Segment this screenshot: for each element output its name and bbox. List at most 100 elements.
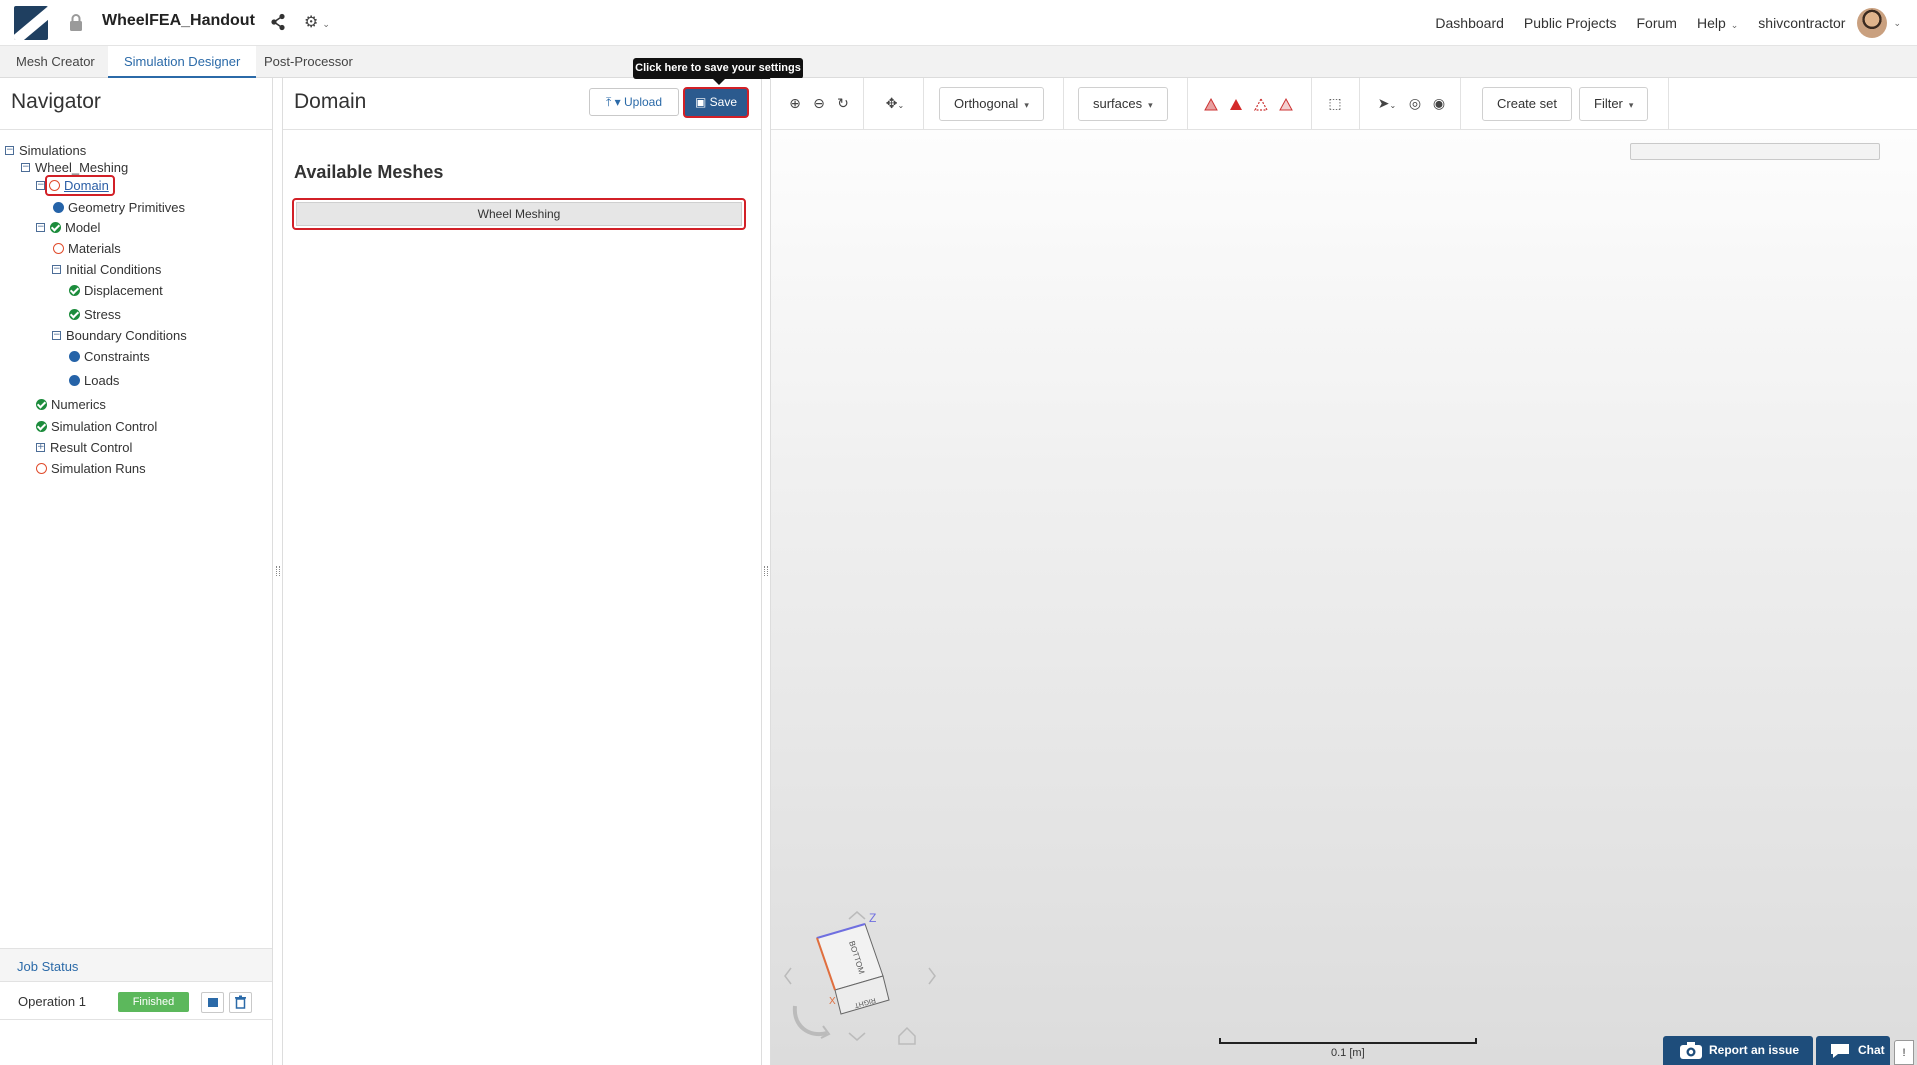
tree-item-boundary-conditions[interactable]: − Boundary Conditions [52, 328, 187, 343]
hide-eye-icon[interactable]: ◎ [1407, 96, 1423, 112]
tree-label: Boundary Conditions [66, 328, 187, 343]
tree-label: Model [65, 220, 101, 235]
view-xz-icon[interactable] [1253, 97, 1269, 113]
job-status-header[interactable]: Job Status [0, 948, 272, 982]
collapse-icon[interactable]: − [5, 146, 14, 155]
tree-item-simulation-runs[interactable]: Simulation Runs [36, 461, 146, 476]
settings-gear-icon[interactable]: ⚙ ⌄ [304, 12, 338, 32]
box-select-icon[interactable]: ⬚ [1327, 96, 1343, 112]
tree-item-domain[interactable]: − Domain [36, 175, 115, 196]
tree-item-stress[interactable]: Stress [69, 307, 121, 322]
show-eye-icon[interactable]: ◉ [1431, 96, 1447, 112]
scale-bar [1219, 1038, 1477, 1044]
pan-move-icon[interactable]: ✥⌄ [883, 96, 907, 112]
chat-button[interactable]: Chat [1816, 1036, 1890, 1065]
tab-simulation-designer[interactable]: Simulation Designer [108, 46, 257, 78]
status-empty-icon [53, 243, 64, 254]
tree-item-numerics[interactable]: Numerics [36, 397, 106, 412]
project-title: WheelFEA_Handout [102, 12, 255, 29]
tree-item-materials[interactable]: Materials [53, 241, 121, 256]
scale-label: 0.1 [m] [1331, 1047, 1365, 1059]
stop-job-button[interactable] [201, 992, 224, 1013]
pointer-select-icon[interactable]: ➤⌄ [1375, 96, 1399, 112]
collapse-icon[interactable]: − [36, 181, 45, 190]
tree-item-displacement[interactable]: Displacement [69, 283, 163, 298]
rotate-right-arrow-icon[interactable] [928, 967, 936, 985]
collapse-icon[interactable]: − [52, 331, 61, 340]
navigator-resize-handle[interactable] [276, 566, 280, 576]
expand-icon[interactable]: + [36, 443, 45, 452]
avatar[interactable] [1857, 8, 1888, 38]
nav-help[interactable]: Help ⌄ [1697, 15, 1738, 31]
status-complete-icon [36, 399, 47, 410]
user-menu-name[interactable]: shivcontractor [1758, 15, 1845, 31]
tree-item-wheel-meshing[interactable]: − Wheel_Meshing [21, 160, 128, 175]
chevron-down-icon[interactable]: ⌄ [1893, 18, 1901, 29]
upload-button[interactable]: ⤒ ▾ Upload [589, 88, 679, 116]
status-complete-icon [50, 222, 61, 233]
tree-item-constraints[interactable]: Constraints [69, 349, 150, 364]
tree-label: Displacement [84, 283, 163, 298]
collapse-icon[interactable]: − [21, 163, 30, 172]
share-icon[interactable] [270, 13, 286, 31]
report-issue-button[interactable]: Report an issue [1663, 1036, 1813, 1065]
nav-public-projects[interactable]: Public Projects [1524, 15, 1617, 31]
upload-label: Upload [623, 95, 663, 109]
render-mode-dropdown[interactable]: surfaces ▾ [1078, 87, 1168, 121]
view-iso-icon[interactable] [1278, 97, 1294, 113]
nav-forum[interactable]: Forum [1637, 15, 1677, 31]
status-badge: Finished [118, 992, 189, 1012]
viewer-search-input[interactable] [1630, 143, 1880, 160]
toolbar-divider [1187, 78, 1188, 130]
home-icon[interactable] [898, 1026, 916, 1045]
tree-item-simulation-control[interactable]: Simulation Control [36, 419, 157, 434]
view-xy-icon[interactable] [1203, 97, 1219, 113]
tree-item-result-control[interactable]: + Result Control [36, 440, 132, 455]
tree-item-loads[interactable]: Loads [69, 373, 119, 388]
collapse-icon[interactable]: − [52, 265, 61, 274]
status-complete-icon [69, 285, 80, 296]
view-yz-icon[interactable] [1228, 97, 1244, 113]
tree-item-initial-conditions[interactable]: − Initial Conditions [52, 262, 161, 277]
status-complete-icon [36, 421, 47, 432]
filter-dropdown[interactable]: Filter ▾ [1579, 87, 1649, 121]
tree-label: Wheel_Meshing [35, 160, 129, 175]
available-meshes-title: Available Meshes [294, 162, 444, 182]
domain-resize-handle[interactable] [764, 566, 768, 576]
report-issue-label: Report an issue [1709, 1043, 1800, 1057]
collapse-icon[interactable]: − [36, 223, 45, 232]
3d-viewer[interactable]: ⊕ ⊖ ↻ ✥⌄ Orthogonal ▾ surfaces ▾ ⬚ ➤⌄ ◎ ◉ … [770, 78, 1917, 1065]
tree-item-model[interactable]: − Model [36, 220, 100, 235]
rotate-view-icon[interactable] [792, 1005, 828, 1037]
rotate-down-arrow-icon[interactable] [848, 1032, 866, 1041]
stop-icon [208, 998, 218, 1007]
mesh-item-label: Wheel Meshing [296, 202, 742, 226]
create-set-button[interactable]: Create set [1482, 87, 1572, 121]
tree-label: Domain [64, 178, 109, 193]
zoom-in-icon[interactable]: ⊕ [787, 96, 803, 112]
app-logo[interactable] [14, 6, 48, 40]
refresh-icon[interactable]: ↻ [835, 96, 851, 112]
status-complete-icon [69, 309, 80, 320]
mesh-list-item[interactable]: Wheel Meshing [292, 198, 746, 230]
tree-item-simulations[interactable]: − Simulations [5, 143, 86, 158]
toolbar-divider [1460, 78, 1461, 130]
toolbar-divider [923, 78, 924, 130]
z-axis-label: Z [869, 911, 876, 925]
save-button[interactable]: ▣ Save [683, 87, 749, 118]
delete-job-button[interactable] [229, 992, 252, 1013]
navigation-cube[interactable]: Z X BOTTOM RIGHT [771, 898, 961, 1065]
tree-label: Initial Conditions [66, 262, 162, 277]
tab-post-processor[interactable]: Post-Processor [248, 46, 369, 77]
rotate-up-arrow-icon[interactable] [848, 911, 866, 920]
tab-mesh-creator[interactable]: Mesh Creator [0, 46, 111, 77]
tree-item-geometry-primitives[interactable]: Geometry Primitives [53, 200, 185, 215]
zoom-out-icon[interactable]: ⊖ [811, 96, 827, 112]
feedback-tab[interactable]: ! [1894, 1040, 1914, 1065]
nav-help-label: Help [1696, 15, 1726, 31]
domain-highlight: Domain [45, 175, 115, 196]
rotate-left-arrow-icon[interactable] [784, 967, 792, 985]
projection-dropdown[interactable]: Orthogonal ▾ [939, 87, 1044, 121]
projection-value: Orthogonal [954, 96, 1019, 111]
nav-dashboard[interactable]: Dashboard [1435, 15, 1504, 31]
